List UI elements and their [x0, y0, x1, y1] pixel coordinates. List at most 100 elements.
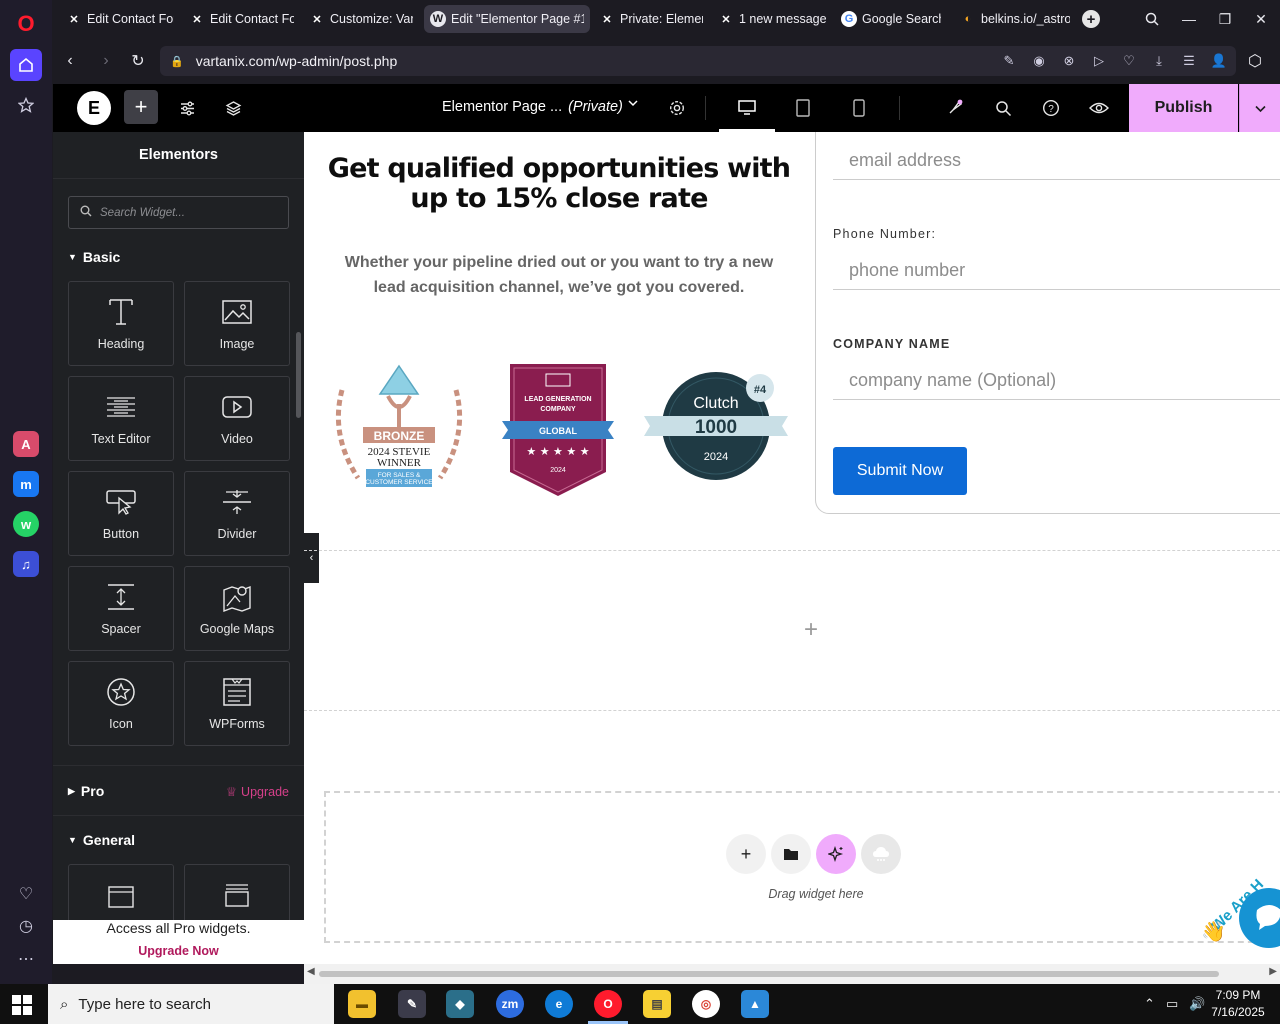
play-icon[interactable]: ▷	[1090, 52, 1108, 70]
whatsapp-icon[interactable]: w	[13, 511, 39, 537]
new-tab-button[interactable]: +	[1082, 10, 1100, 28]
whats-new-rocket-icon[interactable]	[943, 96, 967, 120]
widget-wpforms[interactable]: WPForms	[184, 661, 290, 746]
preview-eye-icon[interactable]	[1087, 96, 1111, 120]
history-clock-icon[interactable]: ◷	[10, 910, 42, 942]
page-menu-chevron-icon[interactable]	[627, 97, 639, 112]
widget-spacer[interactable]: Spacer	[68, 566, 174, 651]
music-player-icon[interactable]: ♫	[13, 551, 39, 577]
home-icon[interactable]	[10, 49, 42, 81]
zoom-icon[interactable]: zm	[496, 990, 524, 1018]
elementor-logo-icon[interactable]: E	[77, 91, 111, 125]
widget-image[interactable]: Image	[184, 281, 290, 366]
opera-taskbar-icon[interactable]: O	[594, 990, 622, 1018]
add-element-button[interactable]: +	[124, 90, 158, 124]
hero-subheading[interactable]: Whether your pipeline dried out or you w…	[334, 250, 784, 300]
aria-app-icon[interactable]: A	[13, 431, 39, 457]
page-settings-gear-icon[interactable]	[665, 96, 689, 120]
tab-7[interactable]: ◐ belkins.io/_astro/	[954, 5, 1076, 33]
scroll-right-arrow-icon[interactable]: ▶	[1269, 966, 1277, 977]
photos-icon[interactable]: ▲	[741, 990, 769, 1018]
widget-video[interactable]: Video	[184, 376, 290, 461]
drop-zone[interactable]: + Drag widget here	[324, 791, 1280, 943]
url-text[interactable]: vartanix.com/wp-admin/post.php	[196, 53, 398, 69]
edge-icon[interactable]: e	[545, 990, 573, 1018]
search-tabs-icon[interactable]	[1141, 8, 1163, 30]
tab-4[interactable]: ✕ Private: Elementor	[593, 5, 709, 33]
widget-heading[interactable]: Heading	[68, 281, 174, 366]
scrollbar-thumb[interactable]	[319, 971, 1219, 977]
chrome-icon[interactable]: ◎	[692, 990, 720, 1018]
close-window-button[interactable]: ✕	[1250, 8, 1272, 30]
desktop-icon[interactable]	[735, 96, 759, 120]
widget-text-editor[interactable]: Text Editor	[68, 376, 174, 461]
widget-search-input[interactable]	[100, 206, 280, 219]
canvas-horizontal-scrollbar[interactable]: ◀ ▶	[304, 964, 1280, 984]
ai-sparkle-icon[interactable]	[816, 834, 856, 874]
download-icon[interactable]: ⤓	[1150, 52, 1168, 70]
opera-logo-icon[interactable]: O	[10, 8, 42, 40]
menu-icon[interactable]: ☰	[1180, 52, 1198, 70]
publish-options-chevron-icon[interactable]	[1239, 84, 1280, 132]
taskbar-clock[interactable]: 7:09 PM 7/16/2025	[1208, 987, 1268, 1021]
file-explorer-icon[interactable]: ▬	[348, 990, 376, 1018]
collapse-panel-chevron-icon[interactable]: ‹	[304, 533, 319, 583]
kit-cloud-icon[interactable]	[861, 834, 901, 874]
panel-scrollbar[interactable]	[296, 332, 301, 418]
site-settings-sliders-icon[interactable]	[175, 96, 199, 120]
sticky-notes-icon[interactable]: ▤	[643, 990, 671, 1018]
profile-icon[interactable]: 👤	[1210, 52, 1228, 70]
speed-dial-star-icon[interactable]	[10, 89, 42, 121]
edit-page-icon[interactable]: ✎	[1000, 52, 1018, 70]
tab-1[interactable]: ✕ Edit Contact Form	[183, 5, 300, 33]
messenger-icon[interactable]: m	[13, 471, 39, 497]
submit-now-button[interactable]: Submit Now	[833, 447, 967, 495]
network-icon[interactable]: ▭	[1166, 996, 1178, 1012]
tab-2[interactable]: ✕ Customize: Vartanix	[303, 5, 419, 33]
heart-icon[interactable]: ♡	[10, 878, 42, 910]
add-section-plus-icon[interactable]: +	[804, 616, 818, 644]
scroll-left-arrow-icon[interactable]: ◀	[307, 966, 315, 977]
section-pro-toggle[interactable]: ▶ Pro	[68, 783, 104, 799]
taskbar-search-box[interactable]: ⌕ Type here to search	[48, 984, 334, 1024]
adblock-icon[interactable]: ⊗	[1060, 52, 1078, 70]
page-title[interactable]: Elementor Page ... (Private)	[442, 99, 623, 115]
section-general-toggle[interactable]: ▼ General	[68, 832, 135, 848]
template-library-folder-icon[interactable]	[771, 834, 811, 874]
structure-layers-icon[interactable]	[221, 96, 245, 120]
email-field[interactable]: email address	[833, 140, 1280, 180]
finder-search-icon[interactable]	[991, 96, 1015, 120]
tab-5[interactable]: ✕ 1 new message	[712, 5, 832, 33]
widget-button[interactable]: Button	[68, 471, 174, 556]
widget-search-box[interactable]	[68, 196, 289, 229]
widget-icon[interactable]: Icon	[68, 661, 174, 746]
heart-outline-icon[interactable]: ♡	[1120, 52, 1138, 70]
tray-chevron-up-icon[interactable]: ⌃	[1144, 996, 1155, 1012]
widget-divider[interactable]: Divider	[184, 471, 290, 556]
publish-button[interactable]: Publish	[1129, 84, 1238, 132]
phone-field[interactable]: phone number	[833, 250, 1280, 290]
widget-google-maps[interactable]: Google Maps	[184, 566, 290, 651]
help-icon[interactable]: ?	[1039, 96, 1063, 120]
reload-button[interactable]: ↻	[127, 50, 149, 72]
tab-3-active[interactable]: W Edit "Elementor Page #100	[424, 5, 590, 33]
upgrade-now-link[interactable]: Upgrade Now	[53, 944, 304, 958]
url-bar[interactable]: 🔒 vartanix.com/wp-admin/post.php ✎ ◉ ⊗ ▷…	[160, 46, 1236, 76]
add-new-section-button[interactable]: +	[726, 834, 766, 874]
mobile-icon[interactable]	[847, 96, 871, 120]
forward-button[interactable]: ›	[95, 50, 117, 72]
company-field[interactable]: company name (Optional)	[833, 360, 1280, 400]
minimize-button[interactable]: —	[1178, 8, 1200, 30]
maximize-button[interactable]: ❐	[1214, 8, 1236, 30]
more-dots-icon[interactable]: ⋯	[10, 943, 42, 975]
upgrade-link[interactable]: ♕ Upgrade	[226, 784, 289, 800]
volume-icon[interactable]: 🔊	[1189, 996, 1205, 1012]
camera-icon[interactable]: ◉	[1030, 52, 1048, 70]
windows-start-icon[interactable]	[12, 995, 32, 1015]
app-diamond-icon[interactable]: ◆	[446, 990, 474, 1018]
tab-0[interactable]: ✕ Edit Contact Form	[60, 5, 180, 33]
hero-heading[interactable]: Get qualified opportunities with up to 1…	[314, 154, 804, 214]
paint-app-icon[interactable]: ✎	[398, 990, 426, 1018]
chat-widget[interactable]: We Are H 👋	[1199, 852, 1280, 952]
back-button[interactable]: ‹	[59, 50, 81, 72]
